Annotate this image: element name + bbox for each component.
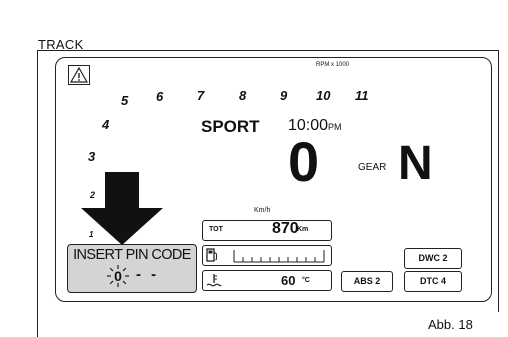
figure-caption: Abb. 18	[428, 317, 473, 332]
rpm-scale-5: 5	[121, 93, 129, 108]
frame-top-line	[37, 50, 499, 51]
rpm-scale-8: 8	[239, 88, 247, 103]
rpm-scale-9: 9	[280, 88, 288, 103]
clock-suffix: PM	[328, 122, 342, 132]
abs-level-button[interactable]: ABS 2	[341, 271, 393, 292]
odometer-unit: Km	[297, 226, 309, 233]
rpm-scale-11: 11	[355, 88, 369, 103]
odometer-value: 870	[272, 220, 299, 237]
pin-digit: 0	[114, 268, 122, 284]
riding-mode-value: SPORT	[201, 117, 260, 136]
fuel-pump-icon	[206, 248, 217, 262]
fuel-level-bar	[233, 250, 325, 263]
gear-value: N	[398, 137, 433, 190]
dtc-level-button[interactable]: DTC 4	[404, 271, 462, 292]
dwc-level-button[interactable]: DWC 2	[404, 248, 462, 269]
coolant-temp-value: 60	[281, 273, 296, 288]
speed-unit: Km/h	[254, 207, 271, 214]
coolant-temp-unit: °C	[302, 277, 310, 284]
rpm-unit-label: RPM x 1000	[316, 62, 350, 68]
frame-right-line	[498, 50, 499, 312]
pin-remaining-digits: - -	[136, 266, 160, 283]
rpm-scale-4: 4	[102, 117, 110, 132]
odometer-label: TOT	[209, 226, 223, 233]
rpm-scale-3: 3	[88, 149, 96, 164]
gear-label: GEAR	[358, 162, 387, 173]
blinking-digit-icon: 0	[107, 265, 129, 287]
pointer-arrow-icon	[81, 172, 163, 245]
speed-value: 0	[288, 130, 320, 193]
rpm-scale-7: 7	[197, 88, 205, 103]
coolant-temperature-icon	[206, 274, 222, 287]
frame-left-line	[37, 50, 38, 337]
rpm-scale-10: 10	[316, 88, 331, 103]
pin-code-title: INSERT PIN CODE	[73, 247, 191, 263]
warning-triangle-icon	[69, 66, 89, 83]
warning-indicator	[68, 65, 90, 85]
rpm-scale-6: 6	[156, 89, 164, 104]
